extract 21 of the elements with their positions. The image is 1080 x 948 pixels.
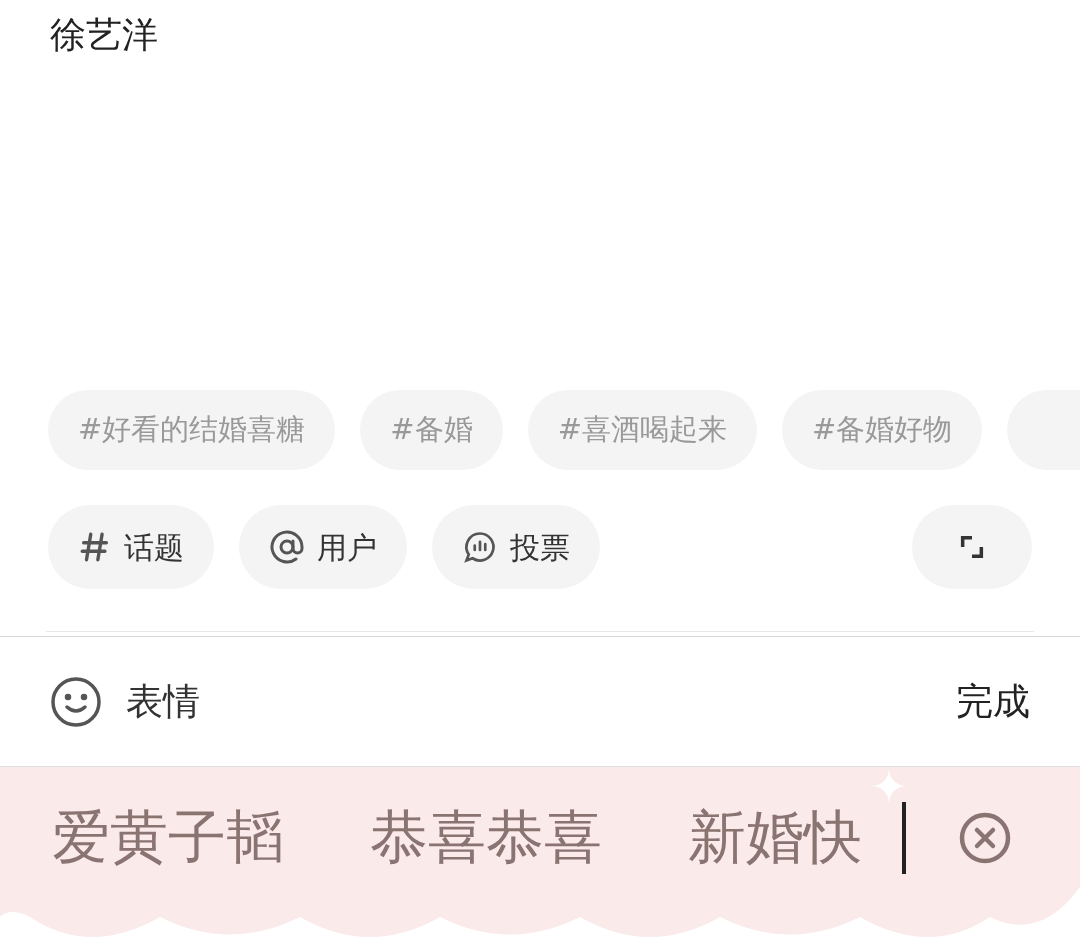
topic-tag[interactable]: #备婚好物 [781, 390, 983, 470]
post-title: 徐艺洋 [50, 13, 159, 57]
smiley-icon[interactable] [50, 675, 102, 728]
candidate-word[interactable]: 恭喜恭喜 [370, 793, 602, 881]
candidate-word[interactable]: 爱黄子韬 [52, 793, 284, 881]
emoji-label: 表情 [126, 678, 200, 725]
topic-tag[interactable]: #好看的结婚喜糖 [48, 390, 336, 470]
tool-button[interactable]: 投票 [432, 505, 600, 589]
topic-tag[interactable]: #备婚 [360, 390, 503, 470]
topic-tag[interactable]: #喜酒喝起来 [527, 390, 757, 470]
tool-button[interactable]: 用户 [239, 505, 407, 589]
delete-button[interactable] [958, 811, 1012, 865]
done-button[interactable]: 完成 [956, 673, 1030, 730]
sparkle-icon [872, 769, 906, 803]
tool-button[interactable]: 话题 [48, 505, 214, 589]
candidate-word[interactable]: 新婚快 [688, 793, 862, 881]
delete-icon [958, 811, 1012, 865]
at-sign-icon [269, 529, 305, 565]
expand-icon [958, 533, 986, 561]
text-cursor [902, 802, 906, 874]
chat-chart-icon [462, 529, 498, 565]
